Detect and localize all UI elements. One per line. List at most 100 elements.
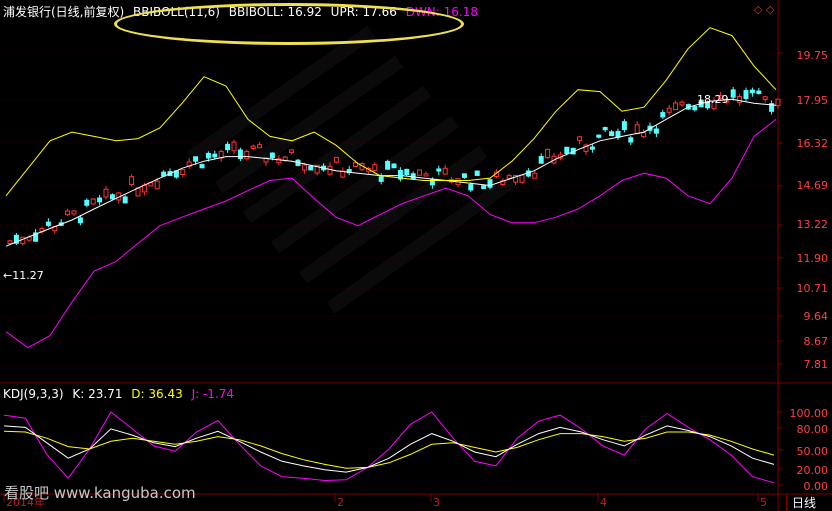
candle-body xyxy=(423,173,429,177)
stock-chart-canvas[interactable] xyxy=(0,0,832,511)
candle-body xyxy=(653,128,659,134)
candle-body xyxy=(564,146,570,155)
candle-body xyxy=(109,194,115,200)
x-axis-label: 5 xyxy=(760,496,767,509)
candle-body xyxy=(372,164,378,171)
price-axis-label: 13.22 xyxy=(796,218,829,231)
candle-body xyxy=(679,101,685,106)
candle-body xyxy=(737,95,743,103)
candle-body xyxy=(225,143,231,151)
k-value: K: 23.71 xyxy=(72,387,123,401)
candle-body xyxy=(205,152,211,159)
candle-body xyxy=(756,90,762,94)
kdj-axis-label: 50.00 xyxy=(796,445,829,458)
kdj-indicator-name: KDJ(9,3,3) xyxy=(3,387,64,401)
candle-body xyxy=(743,90,749,99)
candle-body xyxy=(692,106,698,111)
candle-body xyxy=(634,124,640,134)
candle-body xyxy=(589,146,595,150)
candle-body xyxy=(577,136,583,142)
kdj-axis-label: 80.00 xyxy=(796,423,829,436)
candle-body xyxy=(468,184,474,191)
candle-body xyxy=(749,89,755,94)
highlight-ellipse xyxy=(114,3,464,45)
candle-body xyxy=(231,141,237,152)
candle-body xyxy=(404,168,410,175)
candle-body xyxy=(436,168,442,172)
candle-body xyxy=(90,198,96,205)
kdj-lines xyxy=(3,411,775,484)
candle-body xyxy=(282,156,288,161)
candle-body xyxy=(84,199,90,206)
candle-body xyxy=(71,210,77,215)
high-price-annotation: 18.29 xyxy=(697,93,729,106)
candle-body xyxy=(193,156,199,162)
x-axis-label: 2 xyxy=(337,496,344,509)
series-line-dwn xyxy=(5,119,777,349)
d-value: D: 36.43 xyxy=(131,387,183,401)
candle-body xyxy=(666,107,672,113)
candle-body xyxy=(506,175,512,179)
candle-body xyxy=(237,149,243,160)
candle-body xyxy=(385,160,391,170)
candle-body xyxy=(762,96,768,100)
x-axis-label: 3 xyxy=(433,496,440,509)
candle-body xyxy=(660,112,666,118)
stock-title: 浦发银行(日线,前复权) xyxy=(3,5,125,19)
candle-body xyxy=(545,148,551,159)
price-axis-label: 9.64 xyxy=(803,310,829,323)
candle-body xyxy=(609,131,615,137)
kdj-axis-label: 20.00 xyxy=(796,464,829,477)
period-selector-button[interactable]: 日线 xyxy=(786,495,822,511)
candle-body xyxy=(199,164,205,169)
candle-body xyxy=(269,152,275,159)
candle-body xyxy=(391,163,397,169)
price-axis-label: 14.69 xyxy=(796,179,829,192)
candle-body xyxy=(628,137,634,143)
candle-body xyxy=(673,102,679,111)
kdj-panel-header: KDJ(9,3,3) K: 23.71 D: 36.43 J: -1.74 xyxy=(3,387,239,401)
candle-body xyxy=(77,217,83,224)
candle-body xyxy=(333,156,339,163)
candle-body xyxy=(45,221,51,226)
candle-body xyxy=(378,176,384,182)
kdj-line-d xyxy=(3,430,775,469)
kdj-axis-label: 100.00 xyxy=(789,407,829,420)
site-watermark: 看股吧 www.kanguba.com xyxy=(4,484,196,502)
price-axis-label: 8.67 xyxy=(803,335,829,348)
low-price-annotation: ←11.27 xyxy=(3,269,44,282)
price-axis-label: 17.95 xyxy=(796,94,829,107)
candle-body xyxy=(519,174,525,183)
price-axis-label: 11.90 xyxy=(796,252,829,265)
price-axis-label: 19.75 xyxy=(796,49,829,62)
candle-body xyxy=(417,169,423,176)
candle-body xyxy=(730,89,736,98)
candle-body xyxy=(250,145,256,149)
candle-body xyxy=(65,210,71,216)
j-value: J: -1.74 xyxy=(191,387,235,401)
candle-body xyxy=(532,172,538,179)
x-axis-label: 4 xyxy=(600,496,607,509)
panel-options-icon[interactable]: ◇ ◇ xyxy=(754,3,774,16)
candle-body xyxy=(596,134,602,138)
candle-body xyxy=(615,130,621,138)
candle-body xyxy=(122,196,128,204)
candle-body xyxy=(129,176,135,186)
candle-body xyxy=(244,150,250,160)
kdj-axis-label: 0.00 xyxy=(803,480,829,493)
candle-body xyxy=(641,132,647,138)
price-axis-label: 10.71 xyxy=(796,282,829,295)
candle-body xyxy=(103,188,109,198)
candle-body xyxy=(212,153,218,158)
kdj-line-j xyxy=(3,411,775,484)
candle-body xyxy=(7,240,13,245)
candle-body xyxy=(602,127,608,131)
candle-body xyxy=(308,165,314,171)
candle-body xyxy=(481,185,487,190)
price-axis-label: 7.81 xyxy=(803,358,829,371)
candle-body xyxy=(97,197,103,203)
candle-body xyxy=(474,170,480,176)
candle-body xyxy=(301,164,307,171)
candle-body xyxy=(180,169,186,175)
candle-body xyxy=(621,121,627,131)
